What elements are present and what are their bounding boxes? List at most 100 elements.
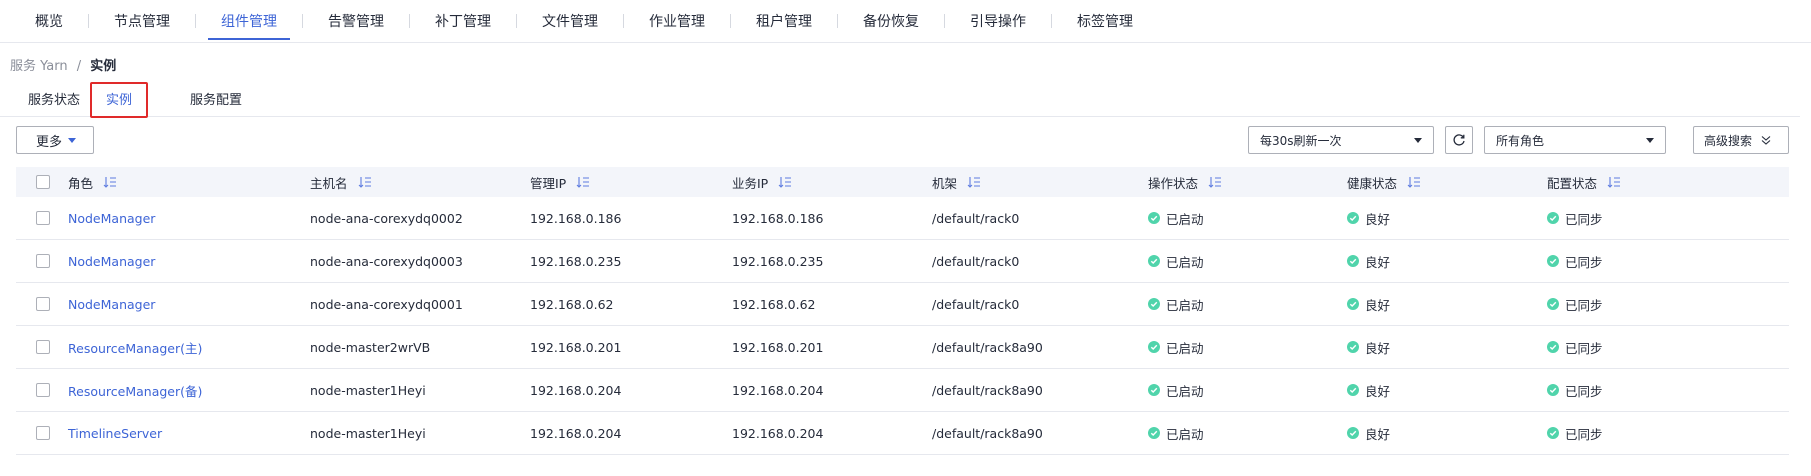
- sort-icon[interactable]: [778, 176, 792, 188]
- config-status-cell: 已同步: [1547, 369, 1603, 411]
- op-status-cell-text: 已启动: [1166, 297, 1204, 313]
- sort-icon[interactable]: [1607, 176, 1621, 188]
- row-checkbox[interactable]: [36, 254, 50, 268]
- column-header-hostname[interactable]: 主机名: [310, 167, 372, 197]
- role-link[interactable]: ResourceManager(备): [68, 381, 202, 400]
- check-circle-icon: [1347, 255, 1359, 267]
- top-nav: 概览 节点管理 组件管理 告警管理 补丁管理 文件管理 作业管理 租户管理 备份恢复 引导操作 标签…: [0, 0, 1811, 43]
- column-header-role[interactable]: 角色: [68, 167, 117, 197]
- mgmt-ip-cell-text: 192.168.0.186: [530, 210, 622, 226]
- health-status-cell-text: 良好: [1365, 297, 1391, 313]
- role-filter-select[interactable]: 所有角色: [1484, 126, 1666, 154]
- sort-icon[interactable]: [1208, 176, 1222, 188]
- nav-item[interactable]: 补丁管理: [422, 0, 504, 42]
- mgmt-ip-cell: 192.168.0.62: [530, 283, 614, 325]
- advanced-search-button[interactable]: 高级搜索: [1693, 126, 1789, 154]
- sort-icon[interactable]: [967, 176, 981, 188]
- op-status-cell: 已启动: [1148, 412, 1204, 454]
- biz-ip-cell: 192.168.0.204: [732, 412, 823, 454]
- row-checkbox[interactable]: [36, 383, 50, 397]
- config-status-cell: 已同步: [1547, 283, 1603, 325]
- mgmt-ip-cell: 192.168.0.201: [530, 326, 621, 368]
- role-cell: NodeManager: [68, 197, 155, 239]
- nav-item[interactable]: 概览: [22, 0, 76, 42]
- tab-label: 服务配置: [190, 92, 243, 108]
- role-link[interactable]: TimelineServer: [68, 426, 162, 441]
- check-circle-icon: [1547, 298, 1559, 310]
- biz-ip-cell-text: 192.168.0.204: [732, 425, 824, 441]
- config-status-cell-text: 已同步: [1565, 254, 1603, 270]
- nav-item[interactable]: 告警管理: [315, 0, 397, 42]
- nav-item[interactable]: 文件管理: [529, 0, 611, 42]
- nav-item[interactable]: 引导操作: [957, 0, 1039, 42]
- column-header-label: 机架: [932, 175, 958, 191]
- check-circle-icon: [1347, 427, 1359, 439]
- column-header-rack[interactable]: 机架: [932, 167, 981, 197]
- biz-ip-cell: 192.168.0.201: [732, 326, 823, 368]
- row-checkbox[interactable]: [36, 340, 50, 354]
- tab-instances[interactable]: 实例: [90, 80, 149, 118]
- table-row: ResourceManager(主) node-master2wrVB 192.16…: [16, 326, 1789, 369]
- refresh-interval-select[interactable]: 每30s刷新一次: [1248, 126, 1434, 154]
- biz-ip-cell: 192.168.0.204: [732, 369, 823, 411]
- tab-service-status[interactable]: 服务状态: [28, 80, 80, 116]
- health-status-cell: 良好: [1347, 283, 1390, 325]
- column-header-config-status[interactable]: 配置状态: [1547, 167, 1621, 197]
- row-checkbox[interactable]: [36, 211, 50, 225]
- app-frame: 概览 节点管理 组件管理 告警管理 补丁管理 文件管理 作业管理 租户管理 备份恢复 引导操作 标签…: [0, 0, 1811, 476]
- op-status-cell: 已启动: [1148, 197, 1204, 239]
- nav-divider: [1051, 14, 1052, 28]
- sort-icon[interactable]: [576, 176, 590, 188]
- hostname-cell-text: node-ana-corexydq0003: [310, 253, 463, 269]
- config-status-cell: 已同步: [1547, 197, 1603, 239]
- column-header-biz-ip[interactable]: 业务IP: [732, 167, 792, 197]
- check-circle-icon: [1148, 212, 1160, 224]
- sort-icon[interactable]: [358, 176, 372, 188]
- row-checkbox[interactable]: [36, 297, 50, 311]
- nav-divider: [837, 14, 838, 28]
- mgmt-ip-cell-text: 192.168.0.235: [530, 253, 622, 269]
- check-circle-icon: [1148, 298, 1160, 310]
- rack-cell-text: /default/rack0: [932, 210, 1020, 226]
- nav-item[interactable]: 备份恢复: [850, 0, 932, 42]
- role-link[interactable]: NodeManager: [68, 254, 155, 269]
- op-status-cell: 已启动: [1148, 369, 1204, 411]
- op-status-cell-text: 已启动: [1166, 211, 1204, 227]
- select-all-checkbox[interactable]: [36, 175, 50, 189]
- tab-service-config[interactable]: 服务配置: [190, 80, 242, 116]
- sort-icon[interactable]: [1407, 176, 1421, 188]
- hostname-cell-text: node-master2wrVB: [310, 339, 431, 355]
- role-link[interactable]: NodeManager: [68, 297, 155, 312]
- column-header-mgmt-ip[interactable]: 管理IP: [530, 167, 590, 197]
- table-row: NodeManager node-ana-corexydq0003 192.168.…: [16, 240, 1789, 283]
- nav-item[interactable]: 作业管理: [636, 0, 718, 42]
- row-select-cell: [36, 283, 50, 325]
- role-filter-value: 所有角色: [1496, 133, 1545, 148]
- refresh-button[interactable]: [1445, 126, 1473, 154]
- highlight-box: [90, 82, 149, 118]
- role-link[interactable]: NodeManager: [68, 211, 155, 226]
- health-status-cell-text: 良好: [1365, 383, 1391, 399]
- row-checkbox[interactable]: [36, 426, 50, 440]
- nav-divider: [302, 14, 303, 28]
- nav-item[interactable]: 组件管理: [208, 0, 290, 42]
- nav-item[interactable]: 节点管理: [101, 0, 183, 42]
- table-row: ResourceManager(备) node-master1Heyi 192.16…: [16, 369, 1789, 412]
- check-circle-icon: [1347, 298, 1359, 310]
- sort-icon[interactable]: [103, 176, 117, 188]
- chevron-down-icon: [1646, 138, 1654, 143]
- role-link[interactable]: ResourceManager(主): [68, 338, 202, 357]
- column-header-health-status[interactable]: 健康状态: [1347, 167, 1421, 197]
- config-status-cell-text: 已同步: [1565, 211, 1603, 227]
- role-cell: TimelineServer: [68, 412, 162, 454]
- hostname-cell: node-ana-corexydq0003: [310, 240, 463, 282]
- config-status-cell-text: 已同步: [1565, 297, 1603, 313]
- breadcrumb-parent[interactable]: 服务 Yarn: [10, 59, 68, 74]
- column-header-op-status[interactable]: 操作状态: [1148, 167, 1222, 197]
- nav-item[interactable]: 标签管理: [1064, 0, 1146, 42]
- more-button[interactable]: 更多: [16, 126, 94, 154]
- nav-item[interactable]: 租户管理: [743, 0, 825, 42]
- health-status-cell: 良好: [1347, 369, 1390, 411]
- rack-cell-text: /default/rack0: [932, 253, 1020, 269]
- mgmt-ip-cell-text: 192.168.0.204: [530, 425, 622, 441]
